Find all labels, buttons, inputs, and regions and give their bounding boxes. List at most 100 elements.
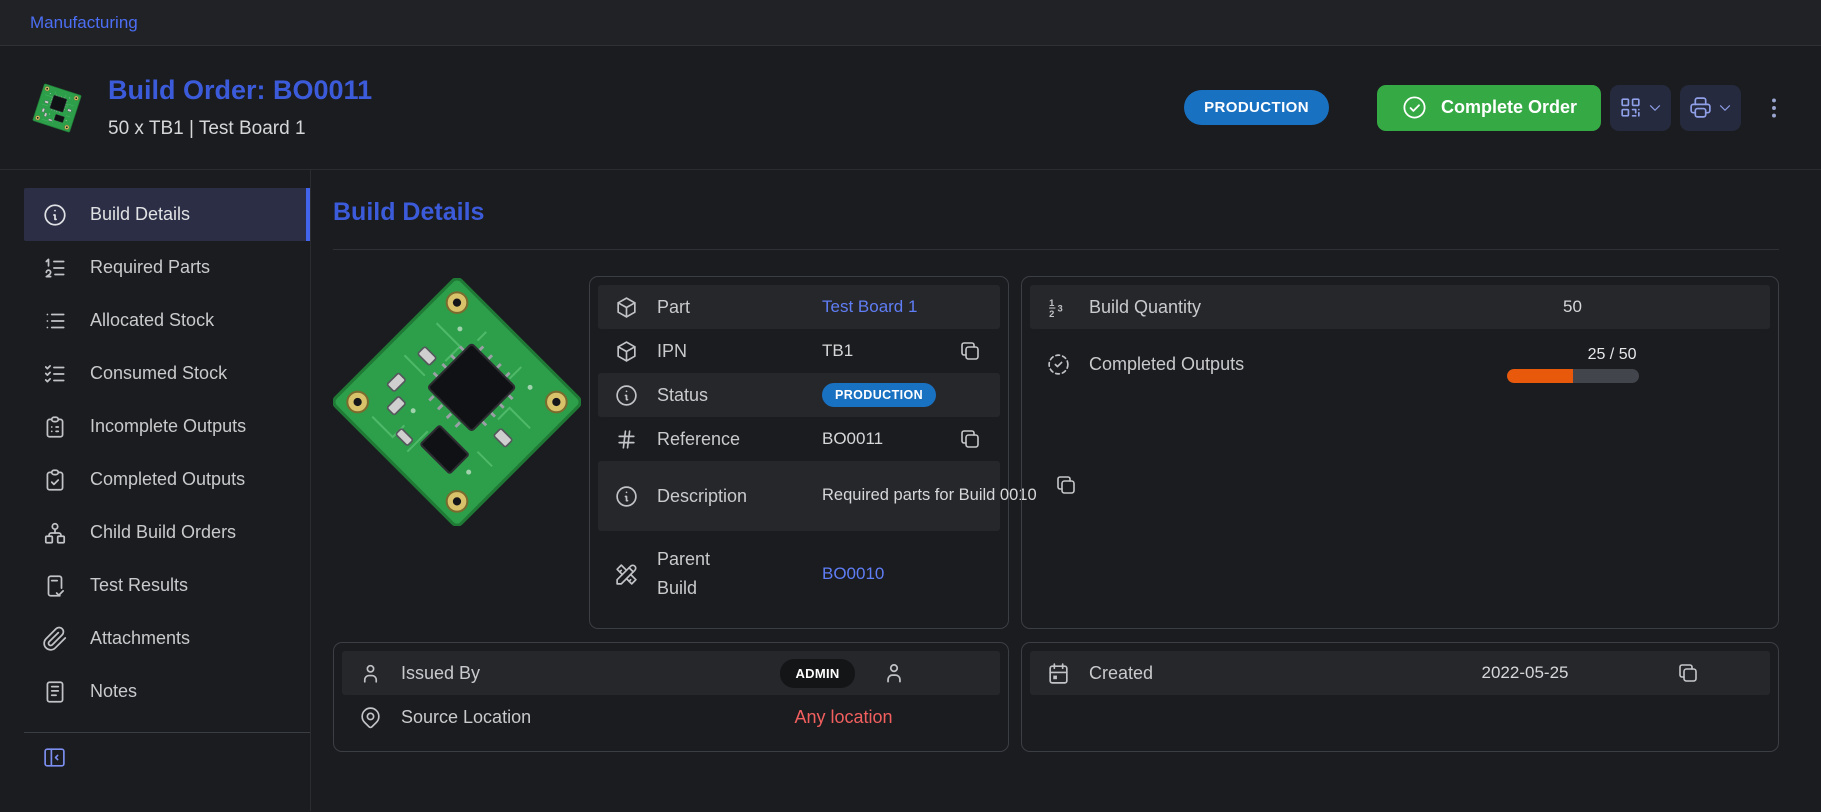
print-actions-button[interactable] bbox=[1680, 85, 1741, 131]
page-title: Build Order: BO0011 bbox=[108, 75, 372, 106]
sidebar-item-incomplete-outputs[interactable]: Incomplete Outputs bbox=[24, 400, 310, 453]
sidebar-item-label: Required Parts bbox=[90, 257, 210, 278]
more-actions-button[interactable] bbox=[1757, 91, 1791, 125]
list-icon bbox=[42, 308, 68, 334]
sidebar-item-consumed-stock[interactable]: Consumed Stock bbox=[24, 347, 310, 400]
source-location-value: Any location bbox=[794, 707, 892, 728]
detail-value: BO0011 bbox=[822, 429, 941, 449]
printer-icon bbox=[1688, 95, 1713, 120]
circle-check-icon bbox=[1401, 94, 1428, 121]
clipboard-check-icon bbox=[42, 467, 68, 493]
detail-row-completed-outputs: Completed Outputs 25 / 50 bbox=[1030, 329, 1770, 399]
created-value: 2022-05-25 bbox=[1391, 663, 1659, 683]
breadcrumb: Manufacturing bbox=[0, 0, 1821, 46]
copy-icon bbox=[1676, 661, 1700, 685]
map-pin-icon bbox=[358, 705, 383, 730]
sidebar-item-test-results[interactable]: Test Results bbox=[24, 559, 310, 612]
sidebar-collapse-icon bbox=[42, 745, 67, 770]
sidebar-item-child-build-orders[interactable]: Child Build Orders bbox=[24, 506, 310, 559]
detail-row-reference: Reference BO0011 bbox=[598, 417, 1000, 461]
progress-bar-fill bbox=[1507, 369, 1573, 383]
sidebar-divider bbox=[24, 732, 310, 733]
part-link[interactable]: Test Board 1 bbox=[822, 297, 917, 316]
sidebar-item-label: Test Results bbox=[90, 575, 188, 596]
sidebar-item-build-details[interactable]: Build Details bbox=[24, 188, 310, 241]
sidebar-item-label: Consumed Stock bbox=[90, 363, 227, 384]
progress-bar bbox=[1507, 369, 1639, 383]
sidebar-item-label: Child Build Orders bbox=[90, 522, 236, 543]
status-badge: PRODUCTION bbox=[822, 383, 936, 407]
sidebar-item-allocated-stock[interactable]: Allocated Stock bbox=[24, 294, 310, 347]
numbers-123-icon: 123 bbox=[1046, 295, 1071, 320]
copy-button[interactable] bbox=[958, 339, 984, 363]
complete-order-button[interactable]: Complete Order bbox=[1377, 85, 1601, 131]
page-subtitle: 50 x TB1 | Test Board 1 bbox=[108, 118, 372, 140]
status-badge: PRODUCTION bbox=[1184, 90, 1329, 125]
parent-build-link[interactable]: BO0010 bbox=[822, 564, 884, 583]
notes-icon bbox=[42, 679, 68, 705]
copy-button[interactable] bbox=[958, 427, 984, 451]
chevron-down-icon bbox=[1646, 99, 1664, 117]
detail-row-description: Description Required parts for Build 001… bbox=[598, 461, 1000, 531]
sidebar-item-label: Notes bbox=[90, 681, 137, 702]
paperclip-icon bbox=[42, 626, 68, 652]
page-body: Build Details Required Parts Allocated S… bbox=[0, 170, 1821, 811]
file-check-icon bbox=[42, 573, 68, 599]
detail-row-part: Part Test Board 1 bbox=[598, 285, 1000, 329]
sidebar: Build Details Required Parts Allocated S… bbox=[0, 170, 311, 811]
breadcrumb-link-manufacturing[interactable]: Manufacturing bbox=[30, 13, 138, 33]
detail-value: Required parts for Build 0010 bbox=[822, 483, 1037, 509]
dots-vertical-icon bbox=[1761, 95, 1787, 121]
detail-label: Description bbox=[657, 486, 805, 507]
copy-button[interactable] bbox=[1676, 661, 1702, 685]
calendar-icon bbox=[1046, 661, 1071, 686]
detail-label: Reference bbox=[657, 429, 805, 450]
sidebar-collapse-button[interactable] bbox=[24, 745, 67, 770]
detail-row-build-quantity: 123 Build Quantity 50 bbox=[1030, 285, 1770, 329]
info-circle-icon bbox=[614, 383, 639, 408]
completed-outputs-progress: 25 / 50 bbox=[1507, 346, 1639, 383]
barcode-actions-button[interactable] bbox=[1610, 85, 1671, 131]
detail-label: Status bbox=[657, 385, 805, 406]
detail-label: Source Location bbox=[401, 707, 686, 728]
info-circle-icon bbox=[42, 202, 68, 228]
sidebar-item-attachments[interactable]: Attachments bbox=[24, 612, 310, 665]
issued-by-badge: ADMIN bbox=[780, 659, 854, 688]
detail-value: TB1 bbox=[822, 341, 941, 361]
tools-icon bbox=[614, 562, 639, 587]
detail-label: Created bbox=[1089, 663, 1374, 684]
hash-icon bbox=[614, 427, 639, 452]
detail-label: Parent Build bbox=[657, 545, 737, 603]
copy-icon bbox=[958, 427, 982, 451]
detail-label: Issued By bbox=[401, 663, 686, 684]
box-icon bbox=[614, 339, 639, 364]
box-icon bbox=[614, 295, 639, 320]
detail-label: Part bbox=[657, 297, 805, 318]
heading-divider bbox=[333, 249, 1779, 250]
sidebar-item-notes[interactable]: Notes bbox=[24, 665, 310, 718]
issued-panel: Issued By ADMIN Source Location Any loca… bbox=[333, 642, 1009, 752]
right-column: 123 Build Quantity 50 Completed Outputs … bbox=[1021, 276, 1779, 752]
sidebar-item-label: Allocated Stock bbox=[90, 310, 214, 331]
progress-text: 25 / 50 bbox=[1588, 346, 1639, 364]
progress-check-icon bbox=[1046, 352, 1071, 377]
build-detail-block: Part Test Board 1 IPN TB1 Status bbox=[333, 276, 1009, 629]
sidebar-item-completed-outputs[interactable]: Completed Outputs bbox=[24, 453, 310, 506]
page-header: Build Order: BO0011 50 x TB1 | Test Boar… bbox=[0, 46, 1821, 170]
page-titles: Build Order: BO0011 50 x TB1 | Test Boar… bbox=[108, 75, 372, 140]
quantities-panel: 123 Build Quantity 50 Completed Outputs … bbox=[1021, 276, 1779, 629]
detail-row-status: Status PRODUCTION bbox=[598, 373, 1000, 417]
detail-row-source-location: Source Location Any location bbox=[342, 695, 1000, 739]
sidebar-item-required-parts[interactable]: Required Parts bbox=[24, 241, 310, 294]
panel-heading: Build Details bbox=[333, 198, 1779, 227]
chevron-down-icon bbox=[1716, 99, 1734, 117]
detail-label: Completed Outputs bbox=[1089, 354, 1374, 375]
detail-row-created: Created 2022-05-25 bbox=[1030, 651, 1770, 695]
qrcode-icon bbox=[1618, 95, 1643, 120]
created-panel: Created 2022-05-25 bbox=[1021, 642, 1779, 752]
sidebar-item-label: Completed Outputs bbox=[90, 469, 245, 490]
svg-text:2: 2 bbox=[1049, 308, 1054, 318]
build-quantity-value: 50 bbox=[1391, 297, 1754, 317]
checklist-icon bbox=[42, 361, 68, 387]
sidebar-item-label: Attachments bbox=[90, 628, 190, 649]
